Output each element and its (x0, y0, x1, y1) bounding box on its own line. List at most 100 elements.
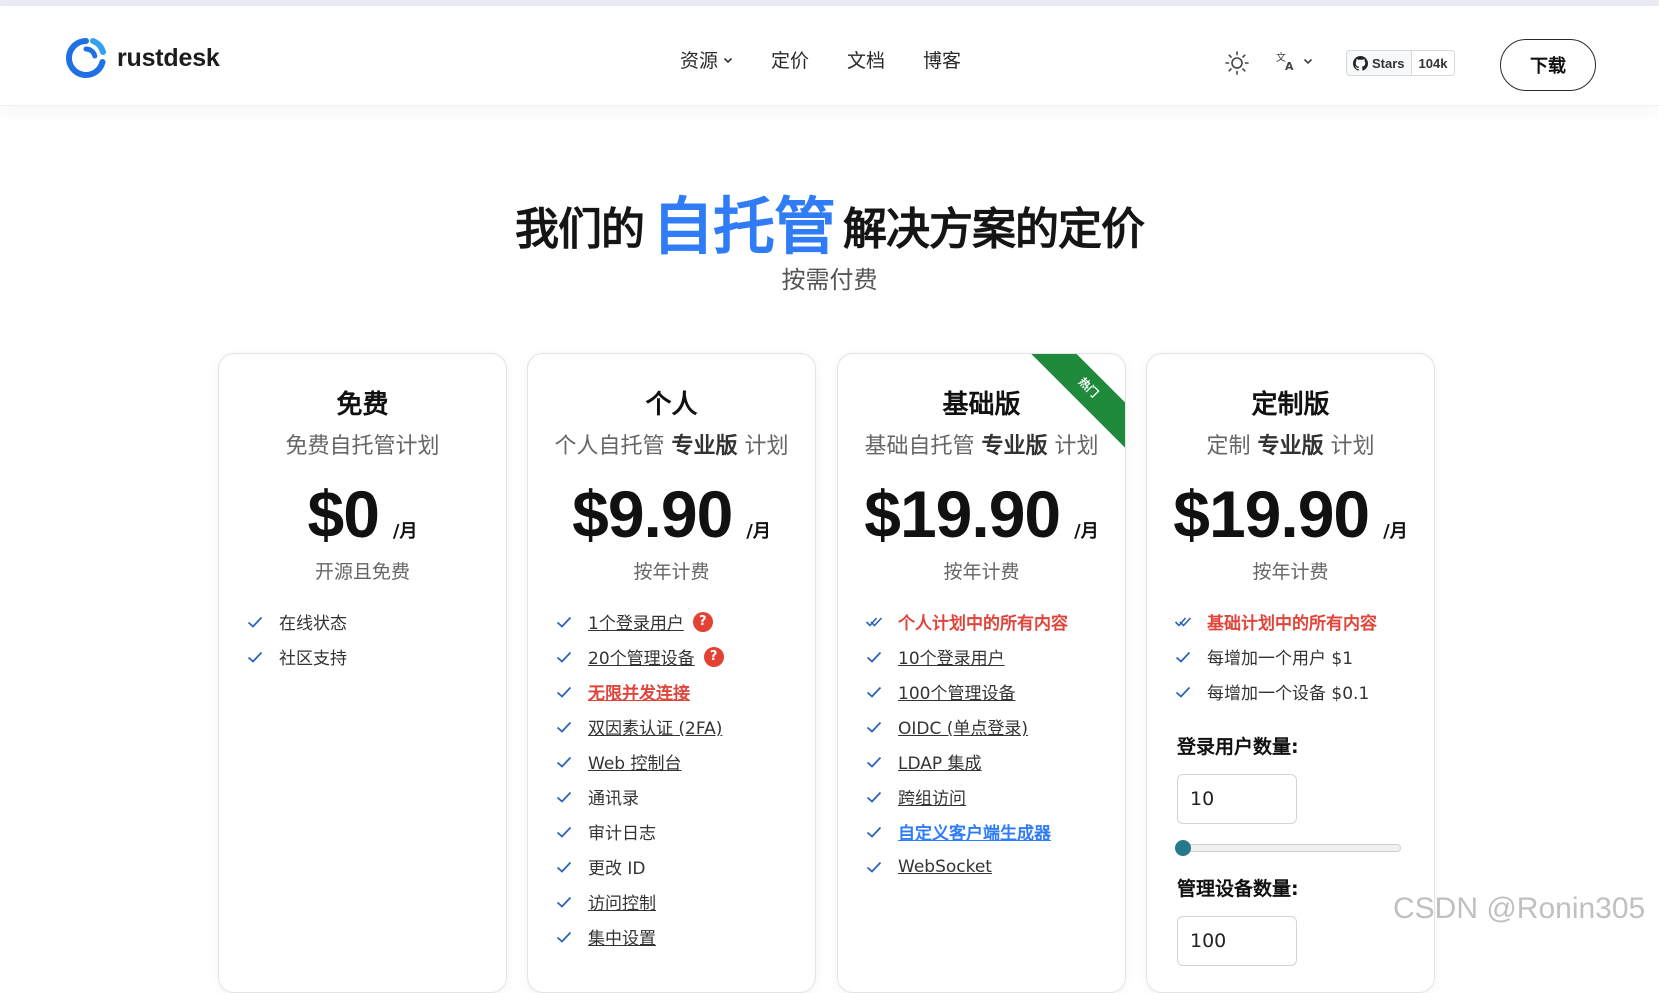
feature-item: 每增加一个设备 $0.1 (1175, 674, 1377, 709)
plan-period: /月 (392, 521, 418, 542)
title-after: 解决方案的定价 (843, 204, 1145, 255)
github-stars-widget[interactable]: Stars 104k (1346, 50, 1456, 76)
brand-logo[interactable]: rustdesk (64, 36, 220, 80)
feature-link[interactable]: 1个登录用户 (588, 609, 684, 634)
chevron-down-icon (1303, 58, 1313, 65)
feature-list: 在线状态 社区支持 (247, 604, 347, 674)
feature-link[interactable]: 访问控制 (588, 889, 656, 914)
check-icon (866, 686, 882, 698)
translate-icon: 文 A (1276, 51, 1294, 72)
plan-price: $19.90 (864, 477, 1061, 551)
feature-item: 访问控制 (556, 884, 724, 919)
check-icon (866, 791, 882, 803)
check-icon (866, 651, 882, 663)
plan-card-free: 免费 免费自托管计划 $0 /月 开源且免费 在线状态 社区支持 (218, 353, 507, 993)
price-row: $9.90 /月 (528, 476, 815, 552)
plan-title: 定制版 (1251, 390, 1330, 420)
double-check-icon (866, 616, 882, 627)
feature-item: 个人计划中的所有内容 (866, 604, 1068, 639)
feature-link[interactable]: 双因素认证 (2FA) (588, 714, 722, 739)
plan-subtitle: 免费自托管计划 (285, 434, 440, 459)
page-title: 我们的 自托管 解决方案的定价 (0, 176, 1659, 266)
users-count-label: 登录用户数量: (1177, 736, 1299, 758)
feature-item: 集中设置 (556, 919, 724, 954)
help-icon[interactable]: ? (692, 611, 713, 632)
nav-resources[interactable]: 资源 (680, 46, 733, 73)
nav-docs-label: 文档 (847, 50, 886, 72)
double-check-icon (1175, 616, 1191, 627)
feature-item: 社区支持 (247, 639, 347, 674)
theme-toggle-sun-icon[interactable] (1224, 50, 1250, 76)
chevron-down-icon (723, 57, 733, 63)
devices-count-input[interactable]: 100 (1177, 916, 1297, 966)
plan-subtitle: 个人自托管 专业版 计划 (528, 428, 815, 460)
subtitle-suffix: 计划 (1054, 434, 1099, 459)
subtitle-bold: 专业版 (1257, 434, 1324, 459)
users-slider-thumb[interactable] (1175, 840, 1191, 856)
check-icon (556, 861, 572, 873)
check-icon (556, 616, 572, 628)
feature-item: 通讯录 (556, 779, 724, 814)
feature-item: Web 控制台 (556, 744, 724, 779)
price-row: $0 /月 (219, 476, 506, 552)
users-slider-track[interactable] (1177, 844, 1401, 852)
feature-link[interactable]: 跨组访问 (898, 784, 966, 809)
users-count-input[interactable]: 10 (1177, 774, 1297, 824)
github-stars-button[interactable]: Stars (1346, 50, 1412, 76)
language-switcher[interactable]: 文 A (1275, 50, 1313, 72)
feature-link[interactable]: 20个管理设备 (588, 644, 695, 669)
plan-card-personal: 个人 个人自托管 专业版 计划 $9.90 /月 按年计费 1个登录用户? 20… (527, 353, 816, 993)
plan-billing: 按年计费 (633, 561, 710, 583)
plan-price: $19.90 (1173, 477, 1370, 551)
download-button[interactable]: 下载 (1500, 39, 1596, 91)
subtitle-bold: 专业版 (671, 434, 738, 459)
help-icon[interactable]: ? (703, 646, 724, 667)
brand-name: rustdesk (117, 43, 220, 72)
price-row: $19.90 /月 (838, 476, 1125, 552)
plan-title: 基础版 (942, 390, 1021, 420)
nav-blog[interactable]: 博客 (923, 46, 961, 73)
subtitle-prefix: 个人自托管 (554, 434, 665, 459)
check-icon (556, 896, 572, 908)
feature-text: 审计日志 (588, 824, 656, 844)
nav-pricing[interactable]: 定价 (771, 46, 809, 73)
feature-link[interactable]: 100个管理设备 (898, 679, 1015, 704)
feature-item: 跨组访问 (866, 779, 1068, 814)
nav-resources-label: 资源 (680, 50, 719, 72)
feature-item: 每增加一个用户 $1 (1175, 639, 1377, 674)
feature-text: 个人计划中的所有内容 (898, 614, 1068, 634)
feature-link[interactable]: OIDC (单点登录) (898, 714, 1028, 739)
price-row: $19.90 /月 (1147, 476, 1434, 552)
feature-text: 通讯录 (588, 789, 639, 809)
feature-link[interactable]: Web 控制台 (588, 749, 681, 774)
subtitle-bold: 专业版 (981, 434, 1048, 459)
nav-docs[interactable]: 文档 (847, 46, 885, 73)
feature-item: 审计日志 (556, 814, 724, 849)
plan-subtitle: 定制 专业版 计划 (1147, 428, 1434, 460)
feature-item: 10个登录用户 (866, 639, 1068, 674)
nav-blog-label: 博客 (923, 50, 962, 72)
github-stars-count[interactable]: 104k (1411, 50, 1456, 76)
subtitle-prefix: 定制 (1206, 434, 1251, 459)
feature-item: OIDC (单点登录) (866, 709, 1068, 744)
feature-link[interactable]: 自定义客户端生成器 (898, 819, 1051, 844)
devices-count-label: 管理设备数量: (1177, 878, 1299, 900)
feature-item: 基础计划中的所有内容 (1175, 604, 1377, 639)
subtitle-suffix: 计划 (744, 434, 789, 459)
plan-billing: 按年计费 (1252, 561, 1329, 583)
feature-link[interactable]: 10个登录用户 (898, 644, 1005, 669)
check-icon (556, 651, 572, 663)
feature-link[interactable]: 无限并发连接 (588, 679, 690, 704)
feature-text: 在线状态 (279, 614, 347, 634)
feature-link[interactable]: WebSocket (898, 857, 992, 877)
plan-period: /月 (1074, 521, 1099, 542)
check-icon (247, 651, 263, 663)
check-icon (1175, 651, 1191, 663)
feature-link[interactable]: 集中设置 (588, 924, 656, 949)
page-subtitle: 按需付费 (781, 266, 878, 294)
plan-title: 个人 (645, 390, 698, 420)
feature-item: LDAP 集成 (866, 744, 1068, 779)
navbar: rustdesk 资源 定价 文档 博客 文 A Stars 104k 下载 (0, 6, 1659, 106)
feature-item: 100个管理设备 (866, 674, 1068, 709)
feature-link[interactable]: LDAP 集成 (898, 749, 982, 774)
